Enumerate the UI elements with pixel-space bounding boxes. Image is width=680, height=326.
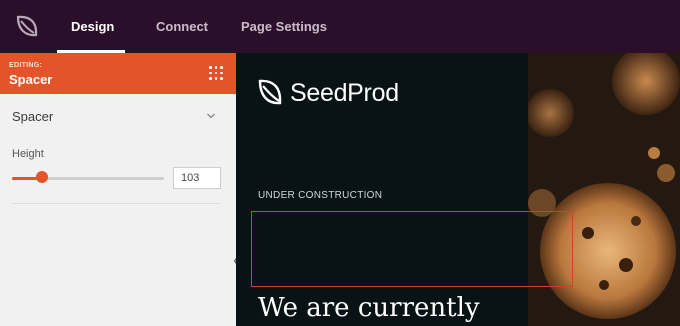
section-title[interactable]: Spacer [12, 109, 53, 124]
headline[interactable]: We are currently [258, 293, 480, 323]
slider-thumb[interactable] [36, 171, 49, 183]
editing-label: EDITING: [9, 62, 43, 69]
settings-sidebar: EDITING: Spacer Spacer Height 103 [0, 53, 236, 326]
tab-design[interactable]: Design [71, 0, 114, 53]
editing-header: EDITING: Spacer [0, 53, 236, 94]
seedprod-logo-icon[interactable] [14, 13, 40, 39]
grip-dots-icon[interactable] [209, 66, 223, 80]
page-preview: SeedProd UNDER CONSTRUCTION We are curre… [236, 53, 680, 326]
divider [12, 203, 220, 204]
selected-spacer-block[interactable] [251, 211, 573, 287]
height-label: Height [12, 148, 44, 160]
seedprod-brand-icon [258, 79, 282, 105]
tab-connect[interactable]: Connect [156, 0, 208, 53]
brand-name: SeedProd [290, 79, 399, 107]
top-toolbar: Design Connect Page Settings [0, 0, 680, 53]
chevron-down-icon[interactable] [206, 111, 216, 121]
subheading[interactable]: UNDER CONSTRUCTION [258, 190, 382, 201]
height-input[interactable]: 103 [173, 167, 221, 189]
editing-title: Spacer [9, 72, 53, 87]
height-slider[interactable] [12, 177, 164, 180]
tab-page-settings[interactable]: Page Settings [241, 0, 327, 53]
